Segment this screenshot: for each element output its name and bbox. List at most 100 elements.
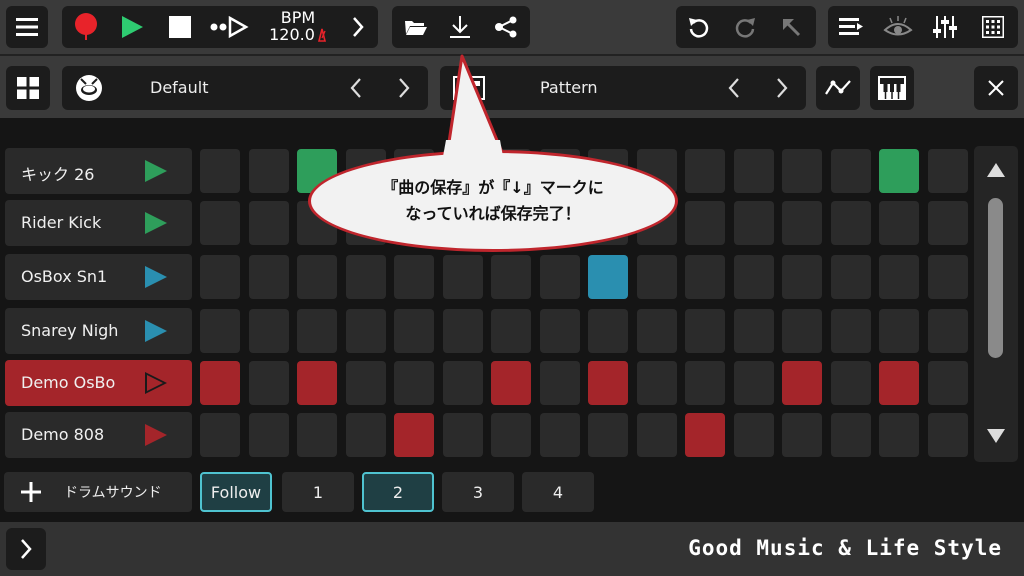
step-pad[interactable] — [394, 255, 434, 299]
record-button[interactable] — [66, 6, 106, 48]
step-pad[interactable] — [539, 255, 580, 299]
track-preview-play-icon[interactable] — [145, 372, 167, 394]
track-preview-play-icon[interactable] — [145, 266, 167, 288]
step-pad[interactable] — [588, 255, 628, 299]
step-pad[interactable] — [782, 361, 822, 405]
step-pad[interactable] — [685, 149, 725, 193]
bpm-display[interactable]: BPM 120.0 — [260, 6, 336, 48]
track-preview-play-icon[interactable] — [145, 212, 167, 234]
share-button[interactable] — [486, 6, 526, 48]
stop-button[interactable] — [160, 6, 200, 48]
step-pad[interactable] — [879, 361, 919, 405]
pattern-next-button[interactable] — [764, 66, 800, 110]
close-button[interactable] — [974, 66, 1018, 110]
pattern-prev-button[interactable] — [716, 66, 752, 110]
step-pad[interactable] — [539, 413, 580, 457]
step-pad[interactable] — [248, 361, 289, 405]
track-row[interactable]: Rider Kick — [5, 200, 192, 246]
step-pad[interactable] — [879, 309, 919, 353]
pattern-page-button[interactable]: 2 — [362, 472, 434, 512]
track-row[interactable]: OsBox Sn1 — [5, 254, 192, 300]
step-pad[interactable] — [685, 309, 725, 353]
step-pad[interactable] — [442, 309, 483, 353]
step-pad[interactable] — [200, 361, 240, 405]
step-pad[interactable] — [879, 413, 919, 457]
step-pad[interactable] — [297, 413, 337, 457]
step-pad[interactable] — [733, 201, 774, 245]
kit-selector[interactable]: Default — [62, 66, 428, 110]
scroll-down-icon[interactable] — [986, 428, 1006, 444]
step-pad[interactable] — [636, 361, 677, 405]
step-pad[interactable] — [588, 309, 628, 353]
step-pad[interactable] — [879, 201, 919, 245]
step-pad[interactable] — [491, 309, 531, 353]
step-pad[interactable] — [733, 149, 774, 193]
mixer-button[interactable] — [924, 6, 966, 48]
step-pad[interactable] — [200, 201, 240, 245]
step-pad[interactable] — [927, 413, 968, 457]
track-scrollbar[interactable] — [974, 146, 1018, 462]
automation-button[interactable] — [816, 66, 860, 110]
step-pad[interactable] — [394, 413, 434, 457]
step-pad[interactable] — [782, 201, 822, 245]
step-pad[interactable] — [297, 309, 337, 353]
step-pad[interactable] — [588, 413, 628, 457]
step-pad[interactable] — [927, 149, 968, 193]
follow-toggle[interactable]: Follow — [200, 472, 272, 512]
step-pad[interactable] — [685, 413, 725, 457]
step-pad[interactable] — [733, 413, 774, 457]
step-pad[interactable] — [830, 255, 871, 299]
step-pad[interactable] — [539, 309, 580, 353]
track-list-button[interactable] — [830, 6, 872, 48]
step-pad[interactable] — [442, 413, 483, 457]
pads-button[interactable] — [6, 66, 50, 110]
track-preview-play-icon[interactable] — [145, 320, 167, 342]
step-pad[interactable] — [200, 413, 240, 457]
step-pad[interactable] — [927, 201, 968, 245]
open-button[interactable] — [396, 6, 436, 48]
save-button[interactable] — [440, 6, 480, 48]
step-pad[interactable] — [297, 361, 337, 405]
step-pad[interactable] — [927, 255, 968, 299]
step-pad[interactable] — [830, 361, 871, 405]
step-pad[interactable] — [733, 309, 774, 353]
select-tool-button[interactable] — [770, 6, 812, 48]
transport-more-button[interactable] — [342, 6, 374, 48]
step-pad[interactable] — [345, 413, 386, 457]
track-preview-play-icon[interactable] — [145, 160, 167, 182]
step-pad[interactable] — [442, 255, 483, 299]
step-pad[interactable] — [830, 201, 871, 245]
step-pad[interactable] — [927, 361, 968, 405]
step-pad[interactable] — [248, 255, 289, 299]
play-button[interactable] — [112, 6, 152, 48]
step-pad[interactable] — [830, 149, 871, 193]
step-pad[interactable] — [539, 361, 580, 405]
pattern-page-button[interactable]: 4 — [522, 472, 594, 512]
step-pad[interactable] — [394, 309, 434, 353]
menu-button[interactable] — [6, 6, 48, 48]
step-pad[interactable] — [636, 413, 677, 457]
step-pad[interactable] — [685, 201, 725, 245]
step-pad[interactable] — [879, 255, 919, 299]
step-pad[interactable] — [733, 255, 774, 299]
step-pad[interactable] — [782, 413, 822, 457]
step-pad[interactable] — [588, 361, 628, 405]
step-pad[interactable] — [345, 309, 386, 353]
expand-panel-button[interactable] — [6, 528, 46, 570]
step-pad[interactable] — [733, 361, 774, 405]
step-pad[interactable] — [345, 255, 386, 299]
step-pad[interactable] — [491, 255, 531, 299]
step-pad[interactable] — [830, 309, 871, 353]
step-pad[interactable] — [782, 255, 822, 299]
pattern-page-button[interactable]: 1 — [282, 472, 354, 512]
step-pad[interactable] — [782, 149, 822, 193]
step-pad[interactable] — [927, 309, 968, 353]
step-pad[interactable] — [200, 255, 240, 299]
kit-next-button[interactable] — [386, 66, 422, 110]
add-drum-sound-button[interactable]: ドラムサウンド — [4, 472, 192, 512]
track-row[interactable]: Demo OsBo — [5, 360, 192, 406]
step-pad[interactable] — [297, 255, 337, 299]
redo-button[interactable] — [724, 6, 766, 48]
track-preview-play-icon[interactable] — [145, 424, 167, 446]
step-pad[interactable] — [200, 309, 240, 353]
